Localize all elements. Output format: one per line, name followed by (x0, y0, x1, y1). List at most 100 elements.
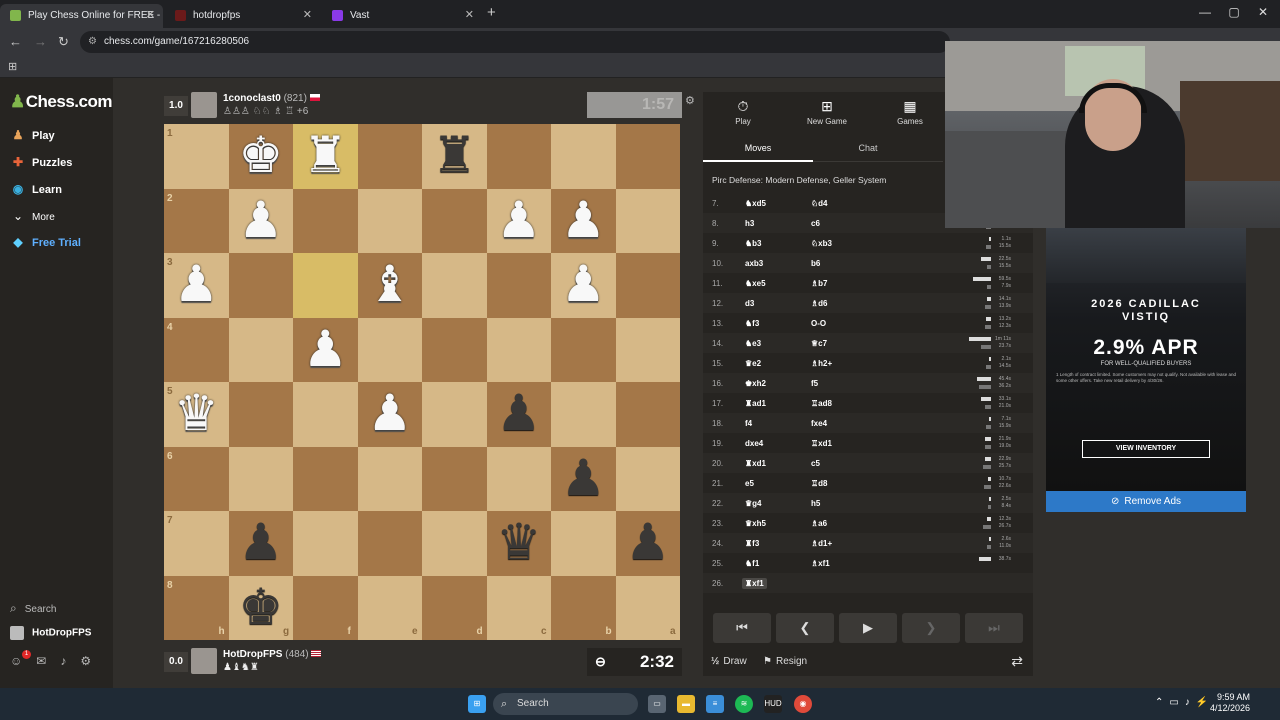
maximize-icon[interactable]: ▢ (1219, 5, 1249, 19)
windows-start-icon[interactable]: ⊞ (468, 695, 486, 713)
white-piece-icon[interactable]: ♟ (229, 189, 294, 254)
new-tab-icon[interactable]: + (487, 4, 503, 21)
white-piece-icon[interactable]: ♟ (487, 189, 552, 254)
board-square[interactable] (228, 382, 293, 447)
close-window-icon[interactable]: ✕ (1248, 5, 1278, 19)
white-move[interactable]: ♜xf1 (742, 578, 767, 589)
board-settings-gear-icon[interactable]: ⚙ (685, 94, 695, 107)
black-piece-icon[interactable]: ♚ (229, 576, 294, 641)
white-move[interactable]: axb3 (745, 259, 763, 268)
black-move[interactable]: ♗d1+ (811, 539, 832, 548)
sidebar-item-learn[interactable]: ◉ Learn (10, 182, 62, 196)
board-square[interactable] (551, 317, 616, 382)
tab-chess[interactable]: Play Chess Online for FREE - 2 F ✕ (0, 4, 163, 28)
white-piece-icon[interactable]: ♜ (293, 124, 358, 189)
board-square[interactable] (551, 124, 616, 189)
board-square[interactable] (486, 124, 551, 189)
board-square[interactable] (293, 382, 358, 447)
black-move[interactable]: ♗d6 (811, 299, 828, 308)
board-square[interactable] (357, 124, 422, 189)
black-piece-icon[interactable]: ♟ (551, 447, 616, 512)
top-player-name[interactable]: 1conoclast0 (821) (223, 93, 320, 104)
board-square[interactable] (422, 188, 487, 253)
board-square[interactable] (164, 124, 229, 189)
board-square[interactable] (293, 188, 358, 253)
white-piece-icon[interactable]: ♟ (551, 189, 616, 254)
white-piece-icon[interactable]: ♟ (358, 382, 423, 447)
board-square[interactable] (164, 446, 229, 511)
black-piece-icon[interactable]: ♟ (487, 382, 552, 447)
board-square[interactable] (164, 317, 229, 382)
black-move[interactable]: ♖ad8 (811, 399, 832, 408)
white-piece-icon[interactable]: ♛ (164, 382, 229, 447)
black-move[interactable]: ♖xd1 (811, 439, 832, 448)
sidebar-item-puzzles[interactable]: ✚ Puzzles (10, 155, 72, 169)
white-move[interactable]: ♞f1 (745, 559, 759, 568)
board-square[interactable] (551, 382, 616, 447)
reload-icon[interactable]: ↻ (58, 34, 69, 50)
move-list[interactable]: 7.♞xd5♘d433.8s43.2s8.h3c68.3s15.5s9.♞b3♘… (703, 193, 1033, 598)
tab-moves[interactable]: Moves (703, 143, 813, 153)
board-square[interactable] (228, 253, 293, 318)
white-move[interactable]: ♞xe5 (745, 279, 766, 288)
forward-icon[interactable]: → (34, 34, 47, 49)
sidebar-item-more[interactable]: ⌄ More (10, 209, 55, 223)
board-square[interactable] (486, 446, 551, 511)
file-explorer-icon[interactable]: ▬ (677, 695, 695, 713)
close-tab-icon[interactable]: ✕ (146, 6, 155, 24)
tab-hotdropfps[interactable]: hotdropfps ✕ (165, 4, 320, 28)
black-move[interactable]: ♗h2+ (811, 359, 832, 368)
minimize-icon[interactable]: — (1190, 5, 1220, 19)
board-square[interactable] (551, 511, 616, 576)
white-move[interactable]: e5 (745, 479, 754, 488)
opening-name[interactable]: Pirc Defense: Modern Defense, Geller Sys… (712, 175, 886, 185)
tab-games[interactable]: ▦ Games (870, 98, 950, 126)
system-tray-icons[interactable]: ⌃▭♪⚡ (1155, 697, 1214, 708)
board-square[interactable] (486, 253, 551, 318)
black-move[interactable]: ♗b7 (811, 279, 828, 288)
board-square[interactable] (228, 446, 293, 511)
white-move[interactable]: ♛xh5 (745, 519, 766, 528)
white-piece-icon[interactable]: ♟ (164, 253, 229, 318)
board-square[interactable] (164, 511, 229, 576)
white-piece-icon[interactable]: ♟ (551, 253, 616, 318)
board-square[interactable] (615, 317, 680, 382)
close-tab-icon[interactable]: ✕ (465, 6, 474, 24)
board-square[interactable] (357, 511, 422, 576)
advertisement[interactable]: 2026 CADILLAC VISTIQ 2.9% APR FOR WELL-Q… (1046, 228, 1246, 491)
apps-grid-icon[interactable]: ⊞ (8, 60, 17, 73)
taskbar-clock[interactable]: 9:59 AM 4/12/2026 (1210, 692, 1250, 714)
view-inventory-button[interactable]: VIEW INVENTORY (1082, 440, 1210, 458)
sidebar-item-play[interactable]: ♟ Play (10, 128, 55, 142)
tab-play[interactable]: ⏱ Play (703, 98, 783, 126)
resign-button[interactable]: ⚑ Resign (763, 656, 807, 667)
board-square[interactable] (615, 253, 680, 318)
gear-icon[interactable]: ⚙ (80, 654, 105, 668)
back-icon[interactable]: ← (9, 34, 22, 49)
board-square[interactable] (293, 446, 358, 511)
white-piece-icon[interactable]: ♝ (358, 253, 423, 318)
inbox-icon[interactable]: ✉ (36, 654, 60, 668)
white-move[interactable]: ♞f3 (745, 319, 759, 328)
black-move[interactable]: ♗xf1 (811, 559, 830, 568)
tab-new-game[interactable]: ⊞ New Game (787, 98, 867, 126)
next-move-button[interactable]: ❯ (902, 613, 960, 643)
task-view-icon[interactable]: ▭ (648, 695, 666, 713)
notepad-icon[interactable]: ≡ (706, 695, 724, 713)
board-square[interactable] (293, 511, 358, 576)
white-move[interactable]: dxe4 (745, 439, 763, 448)
bottom-player-avatar[interactable] (191, 648, 217, 674)
bottom-player-name[interactable]: HotDropFPS (484) (223, 649, 322, 660)
board-square[interactable] (422, 511, 487, 576)
black-piece-icon[interactable]: ♛ (487, 511, 552, 576)
sidebar-user[interactable]: HotDropFPS (10, 626, 91, 640)
board-square[interactable] (615, 382, 680, 447)
spotify-icon[interactable]: ≋ (735, 695, 753, 713)
black-move[interactable]: ♘xb3 (811, 239, 832, 248)
black-move[interactable]: O-O (811, 319, 826, 328)
black-piece-icon[interactable]: ♜ (422, 124, 487, 189)
top-player-avatar[interactable] (191, 92, 217, 118)
board-square[interactable] (422, 446, 487, 511)
black-move[interactable]: h5 (811, 499, 820, 508)
black-move[interactable]: c5 (811, 459, 820, 468)
